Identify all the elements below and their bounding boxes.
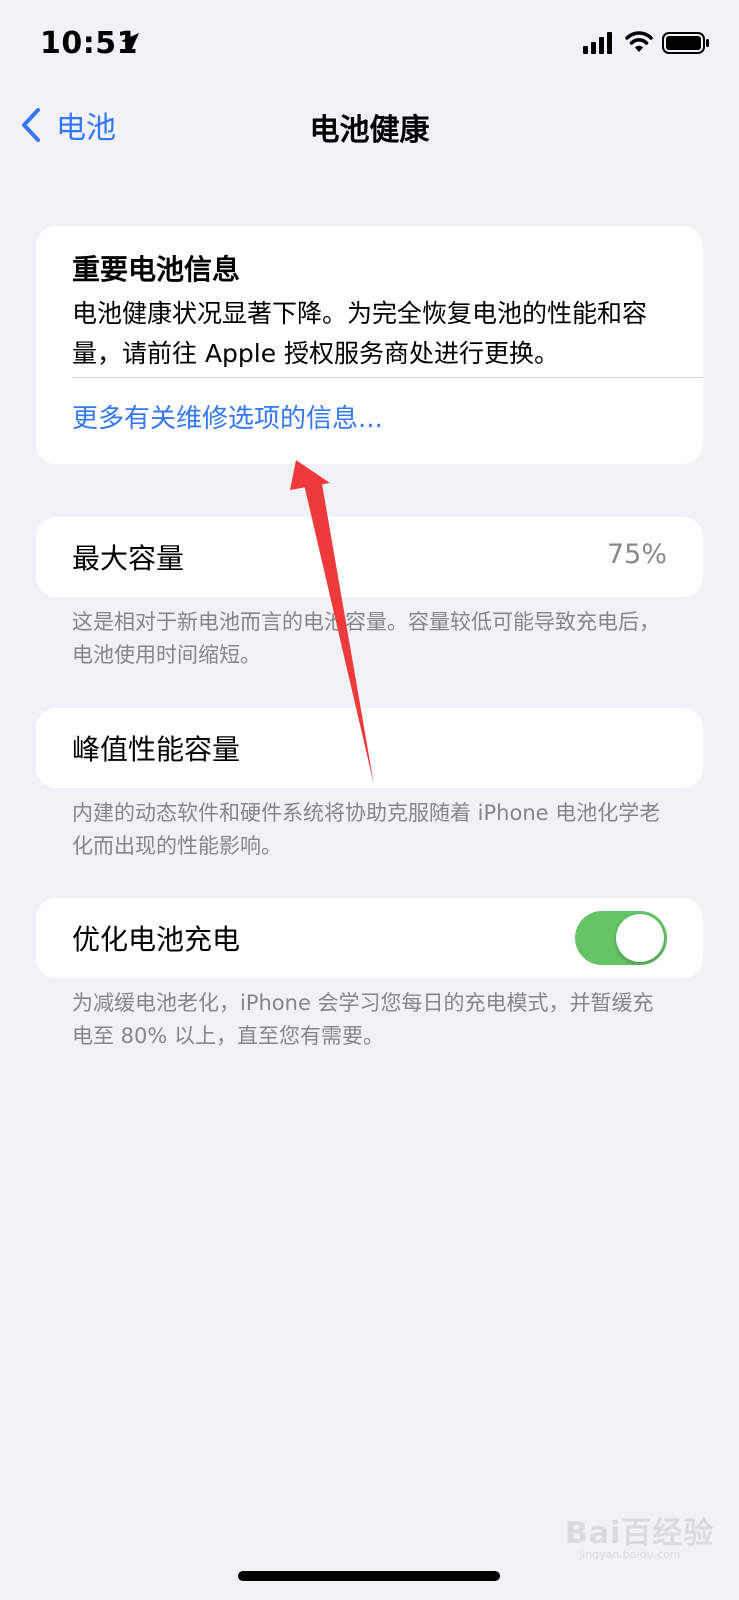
wifi-icon: [625, 31, 653, 52]
divider: [72, 377, 703, 378]
cellular-signal-icon: [583, 32, 612, 54]
peak-performance-footnote: 内建的动态软件和硬件系统将协助克服随着 iPhone 电池化学老化而出现的性能影…: [72, 801, 661, 858]
toggle-knob: [616, 914, 664, 962]
max-capacity-row: 最大容量 75%: [36, 517, 703, 597]
baidu-watermark: Bai百经验 jingyan.baidu.com: [565, 1500, 715, 1570]
repair-options-link[interactable]: 更多有关维修选项的信息...: [72, 398, 383, 435]
location-arrow-icon: [121, 33, 139, 51]
optimized-charging-label: 优化电池充电: [72, 923, 241, 956]
home-indicator[interactable]: [238, 1571, 500, 1581]
watermark-url: jingyan.baidu.com: [579, 1548, 681, 1561]
max-capacity-footnote: 这是相对于新电池而言的电池容量。容量较低可能导致充电后，电池使用时间缩短。: [72, 610, 660, 667]
navigation-bar: 电池 电池健康: [0, 95, 739, 155]
battery-icon: [662, 32, 709, 54]
important-battery-info-card: 重要电池信息 电池健康状况显著下降。为完全恢复电池的性能和容量，请前往 Appl…: [36, 226, 703, 464]
optimized-charging-toggle[interactable]: [575, 911, 667, 965]
peak-performance-label: 峰值性能容量: [72, 733, 241, 766]
max-capacity-label: 最大容量: [72, 542, 185, 575]
watermark-logo-text: Bai百经验: [565, 1516, 715, 1551]
page-title: 电池健康: [309, 113, 430, 148]
important-info-body: 电池健康状况显著下降。为完全恢复电池的性能和容量，请前往 Apple 授权服务商…: [72, 299, 648, 368]
optimized-charging-footnote: 为减缓电池老化，iPhone 会学习您每日的充电模式，并暂缓充电至 80% 以上…: [72, 991, 654, 1048]
optimized-charging-row: 优化电池充电: [36, 898, 703, 978]
peak-performance-row: 峰值性能容量: [36, 708, 703, 788]
important-info-title: 重要电池信息: [72, 253, 241, 286]
status-bar: 10:51: [0, 0, 739, 90]
max-capacity-value: 75%: [606, 539, 667, 570]
